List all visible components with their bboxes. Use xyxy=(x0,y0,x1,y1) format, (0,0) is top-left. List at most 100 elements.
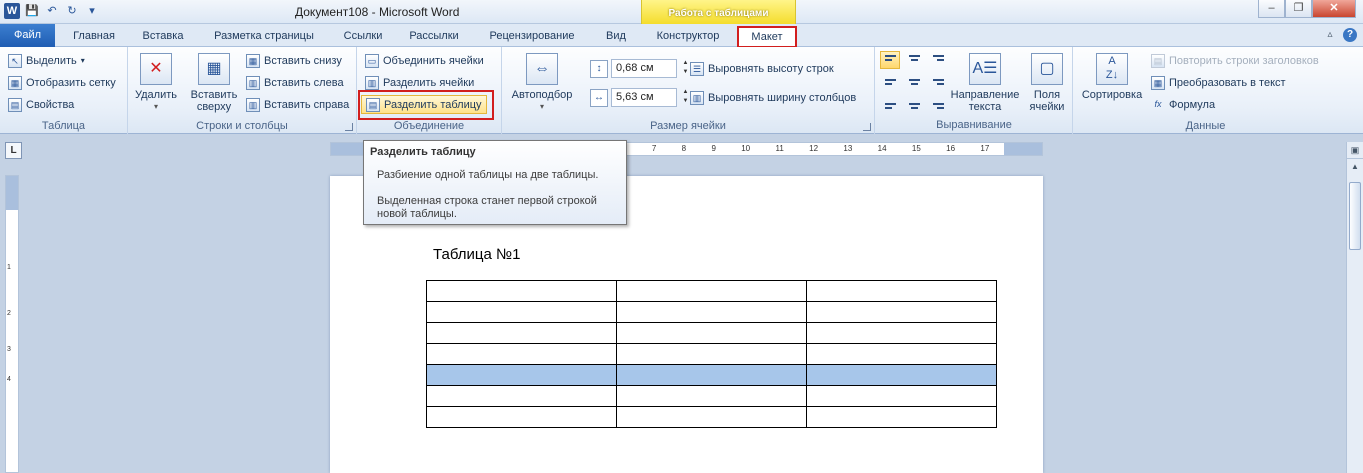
table-cell[interactable] xyxy=(616,406,807,428)
minimize-ribbon-icon[interactable]: ▵ xyxy=(1323,28,1337,42)
tab-review[interactable]: Рецензирование xyxy=(476,27,588,47)
properties-button[interactable]: ▤ Свойства xyxy=(8,95,74,114)
insert-left-button[interactable]: ▥ Вставить слева xyxy=(246,73,344,92)
close-button[interactable]: ✕ xyxy=(1312,0,1356,18)
delete-button[interactable]: ✕ Удалить ▾ xyxy=(134,53,178,113)
align-bottom-center-icon[interactable] xyxy=(904,93,924,111)
scroll-thumb[interactable] xyxy=(1349,182,1361,250)
row-height-field[interactable]: 0,68 см xyxy=(611,59,677,78)
formula-button[interactable]: fx Формула xyxy=(1151,95,1215,114)
document-heading[interactable]: Таблица №1 xyxy=(433,246,520,263)
table-cell[interactable] xyxy=(426,364,617,386)
group-rows-columns: ✕ Удалить ▾ ▦ Вставить сверху ▦ Вставить… xyxy=(128,47,357,134)
undo-icon[interactable]: ↶ xyxy=(44,3,60,19)
table-cell[interactable] xyxy=(806,406,997,428)
help-icon[interactable]: ? xyxy=(1343,28,1357,42)
table-row[interactable] xyxy=(426,322,997,344)
align-middle-left-icon[interactable] xyxy=(880,72,900,90)
align-bottom-right-icon[interactable] xyxy=(928,93,948,111)
ruler-mark: 11 xyxy=(775,144,784,153)
table-cell[interactable] xyxy=(426,322,617,344)
table-row[interactable] xyxy=(426,343,997,365)
insert-above-button[interactable]: ▦ Вставить сверху xyxy=(186,53,242,113)
minimize-button[interactable]: – xyxy=(1258,0,1285,18)
view-ruler-icon[interactable]: ▣ xyxy=(1347,142,1363,159)
sort-button[interactable]: A Z↓ Сортировка xyxy=(1077,53,1147,101)
table-cell[interactable] xyxy=(426,301,617,323)
table-cell[interactable] xyxy=(806,280,997,302)
show-grid-button[interactable]: ▦ Отобразить сетку xyxy=(8,73,116,92)
row-height-icon: ↕ xyxy=(590,59,608,78)
row-height-spinner[interactable]: ↕ 0,68 см ▲ ▼ xyxy=(590,59,691,78)
save-icon[interactable]: 💾 xyxy=(24,3,40,19)
customize-qat-icon[interactable]: ▾ xyxy=(84,3,100,19)
insert-right-button[interactable]: ▥ Вставить справа xyxy=(246,95,349,114)
insert-below-button[interactable]: ▦ Вставить снизу xyxy=(246,51,342,70)
table-row[interactable] xyxy=(426,364,997,386)
table-cell[interactable] xyxy=(806,364,997,386)
redo-icon[interactable]: ↻ xyxy=(64,3,80,19)
scroll-up-icon[interactable]: ▲ xyxy=(1347,159,1363,175)
sort-label: Сортировка xyxy=(1081,89,1143,101)
table-cell[interactable] xyxy=(426,406,617,428)
table-cell[interactable] xyxy=(426,280,617,302)
column-width-spinner[interactable]: ↔ 5,63 см ▲ ▼ xyxy=(590,88,691,107)
text-direction-button[interactable]: A☰ Направление текста xyxy=(946,53,1024,113)
align-top-right-icon[interactable] xyxy=(928,51,948,69)
tab-selector[interactable]: L xyxy=(5,142,22,159)
table-cell[interactable] xyxy=(806,301,997,323)
tab-view[interactable]: Вид xyxy=(596,27,636,47)
align-top-center-icon[interactable] xyxy=(904,51,924,69)
word-app-icon[interactable]: W xyxy=(4,3,20,19)
table-cell[interactable] xyxy=(616,301,807,323)
table-cell[interactable] xyxy=(616,385,807,407)
dialog-launcher-icon[interactable] xyxy=(863,123,871,131)
tab-mailings[interactable]: Рассылки xyxy=(400,27,468,47)
tab-file[interactable]: Файл xyxy=(0,24,55,47)
table-cell[interactable] xyxy=(806,322,997,344)
merge-cells-button[interactable]: ▭ Объединить ячейки xyxy=(365,51,484,70)
dialog-launcher-icon[interactable] xyxy=(345,123,353,131)
align-top-left-icon[interactable] xyxy=(880,51,900,69)
align-middle-right-icon[interactable] xyxy=(928,72,948,90)
document-table[interactable] xyxy=(426,280,997,428)
vertical-ruler[interactable]: 1 2 3 4 xyxy=(5,175,19,473)
repeat-header-rows-button[interactable]: ▤ Повторить строки заголовков xyxy=(1151,51,1319,70)
align-middle-center-icon[interactable] xyxy=(904,72,924,90)
select-button[interactable]: ↖ Выделить ▾ xyxy=(8,51,85,70)
column-width-field[interactable]: 5,63 см xyxy=(611,88,677,107)
table-cell[interactable] xyxy=(616,343,807,365)
table-cell[interactable] xyxy=(806,343,997,365)
table-cell[interactable] xyxy=(616,280,807,302)
tab-design[interactable]: Конструктор xyxy=(644,27,732,47)
insert-below-label: Вставить снизу xyxy=(264,54,342,67)
table-row[interactable] xyxy=(426,280,997,302)
cell-margins-button[interactable]: ▢ Поля ячейки xyxy=(1026,53,1068,113)
select-label: Выделить xyxy=(26,54,77,67)
table-row[interactable] xyxy=(426,385,997,407)
table-cell[interactable] xyxy=(426,385,617,407)
table-row[interactable] xyxy=(426,301,997,323)
table-cell[interactable] xyxy=(806,385,997,407)
vertical-scrollbar[interactable]: ▣ ▲ xyxy=(1346,142,1363,473)
autofit-button[interactable]: ⇔ Автоподбор ▾ xyxy=(506,53,578,113)
tab-home[interactable]: Главная xyxy=(62,27,126,47)
distribute-columns-button[interactable]: ▥ Выровнять ширину столбцов xyxy=(690,88,856,107)
table-cell[interactable] xyxy=(616,322,807,344)
tab-layout[interactable]: Макет xyxy=(737,26,797,48)
ribbon-tabs: Файл Главная Вставка Разметка страницы С… xyxy=(0,24,1363,48)
tab-insert[interactable]: Вставка xyxy=(133,27,193,47)
tooltip-line: новой таблицы. xyxy=(377,208,457,220)
delete-label: Удалить xyxy=(135,89,177,101)
distribute-rows-button[interactable]: ☰ Выровнять высоту строк xyxy=(690,59,834,78)
ruler-mark: 2 xyxy=(7,310,11,317)
table-cell[interactable] xyxy=(426,343,617,365)
convert-to-text-button[interactable]: ▦ Преобразовать в текст xyxy=(1151,73,1286,92)
tab-references[interactable]: Ссылки xyxy=(333,27,393,47)
table-row[interactable] xyxy=(426,406,997,428)
chevron-down-icon: ▾ xyxy=(80,56,85,65)
align-bottom-left-icon[interactable] xyxy=(880,93,900,111)
tab-page-layout[interactable]: Разметка страницы xyxy=(202,27,326,47)
table-cell[interactable] xyxy=(616,364,807,386)
restore-button[interactable]: ❐ xyxy=(1285,0,1312,18)
